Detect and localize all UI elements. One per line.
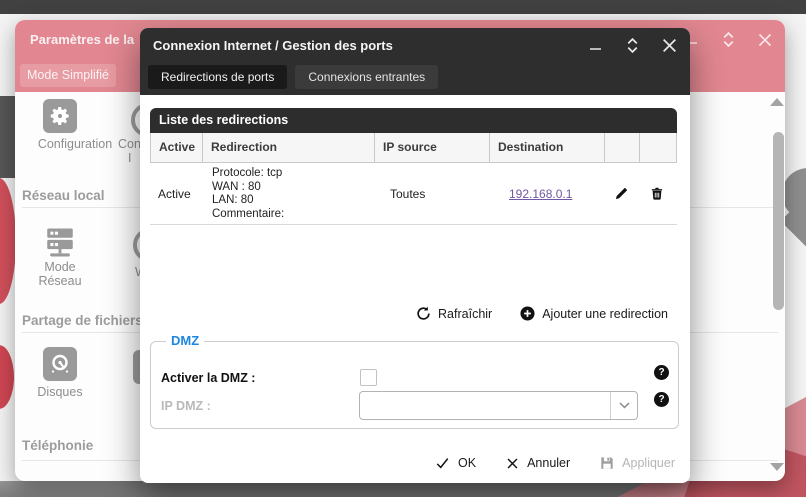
resize-icon[interactable] (721, 31, 736, 48)
col-edit (605, 133, 640, 162)
edit-button[interactable] (604, 163, 639, 224)
resize-icon[interactable] (625, 37, 640, 54)
wallpaper-shape (0, 178, 16, 304)
trash-icon (651, 187, 663, 200)
table-title: Liste des redirections (150, 108, 677, 133)
refresh-button[interactable]: Rafraîchir (416, 306, 492, 321)
section-title-telephonie: Téléphonie (22, 438, 94, 453)
port-management-dialog: Connexion Internet / Gestion des ports R… (140, 28, 690, 483)
gear-icon[interactable] (43, 99, 77, 133)
tile-configuration[interactable]: Configuration (20, 137, 130, 151)
x-icon (507, 458, 518, 468)
help-icon[interactable]: ? (654, 365, 669, 380)
plus-circle-icon (520, 306, 535, 321)
save-icon (601, 457, 613, 469)
redirections-table: Liste des redirections Active Redirectio… (150, 108, 677, 225)
tile-partial-label[interactable]: I (128, 151, 131, 165)
dialog-footer: OK Annuler Appliquer (435, 456, 675, 470)
col-active: Active (151, 133, 203, 162)
add-redirection-button[interactable]: Ajouter une redirection (520, 306, 668, 321)
scroll-up-arrow[interactable] (770, 98, 784, 106)
destination-link[interactable]: 192.168.0.1 (509, 187, 572, 201)
settings-window-title: Paramètres de la (30, 32, 135, 47)
network-icon[interactable] (43, 225, 77, 264)
disk-icon[interactable] (43, 347, 77, 381)
dialog-tab-bar: Redirections de ports Connexions entrant… (140, 62, 690, 95)
dmz-enable-checkbox[interactable] (360, 369, 377, 386)
row-destination: 192.168.0.1 (489, 163, 604, 224)
dialog-title: Connexion Internet / Gestion des ports (153, 38, 393, 53)
dmz-enable-label: Activer la DMZ : (161, 371, 256, 385)
ok-button[interactable]: OK (435, 456, 476, 470)
wallpaper-shape (0, 345, 14, 409)
dmz-legend: DMZ (166, 333, 205, 348)
col-ip-source: IP source (375, 133, 490, 162)
tile-disques[interactable]: Disques (20, 385, 100, 399)
tab-redirections-de-ports[interactable]: Redirections de ports (148, 65, 288, 89)
dmz-ip-select[interactable] (359, 391, 638, 420)
table-row: Active Protocole: tcp WAN : 80 LAN: 80 C… (150, 163, 677, 225)
close-icon[interactable] (757, 32, 773, 48)
delete-button[interactable] (639, 163, 675, 224)
scroll-down-arrow[interactable] (770, 463, 784, 471)
tab-connexions-entrantes[interactable]: Connexions entrantes (295, 65, 439, 89)
table-header-row: Active Redirection IP source Destination (150, 133, 677, 163)
screen: Paramètres de la Mode Simplifié Configur… (0, 0, 806, 497)
dmz-fieldset: DMZ Activer la DMZ : ? IP DMZ : ? (150, 333, 679, 429)
tab-mode-simplifie[interactable]: Mode Simplifié (20, 64, 116, 87)
section-title-partage: Partage de fichiers (22, 313, 143, 328)
minimize-icon[interactable] (588, 38, 604, 54)
cancel-button[interactable]: Annuler (506, 456, 570, 470)
dmz-ip-label: IP DMZ : (161, 399, 211, 413)
col-redirection: Redirection (203, 133, 375, 162)
scrollbar-thumb[interactable] (773, 132, 784, 310)
close-icon[interactable] (661, 37, 678, 54)
dialog-titlebar[interactable]: Connexion Internet / Gestion des ports (140, 28, 690, 62)
chevron-down-icon (610, 392, 637, 419)
row-ip-source: Toutes (390, 186, 426, 201)
desktop-top-strip (0, 0, 806, 14)
help-icon[interactable]: ? (654, 392, 669, 407)
refresh-icon (417, 306, 430, 320)
check-icon (436, 458, 449, 469)
section-title-reseau-local: Réseau local (22, 188, 105, 203)
table-actions: Rafraîchir Ajouter une redirection (416, 306, 668, 321)
col-delete (640, 133, 676, 162)
pencil-icon (615, 188, 627, 200)
col-destination: Destination (490, 133, 605, 162)
wallpaper-shape (0, 96, 15, 178)
apply-button[interactable]: Appliquer (600, 456, 675, 470)
tile-mode-reseau[interactable]: Mode Réseau (20, 260, 100, 288)
row-redirection: Protocole: tcp WAN : 80 LAN: 80 Commenta… (212, 167, 285, 220)
row-active: Active (158, 186, 191, 201)
